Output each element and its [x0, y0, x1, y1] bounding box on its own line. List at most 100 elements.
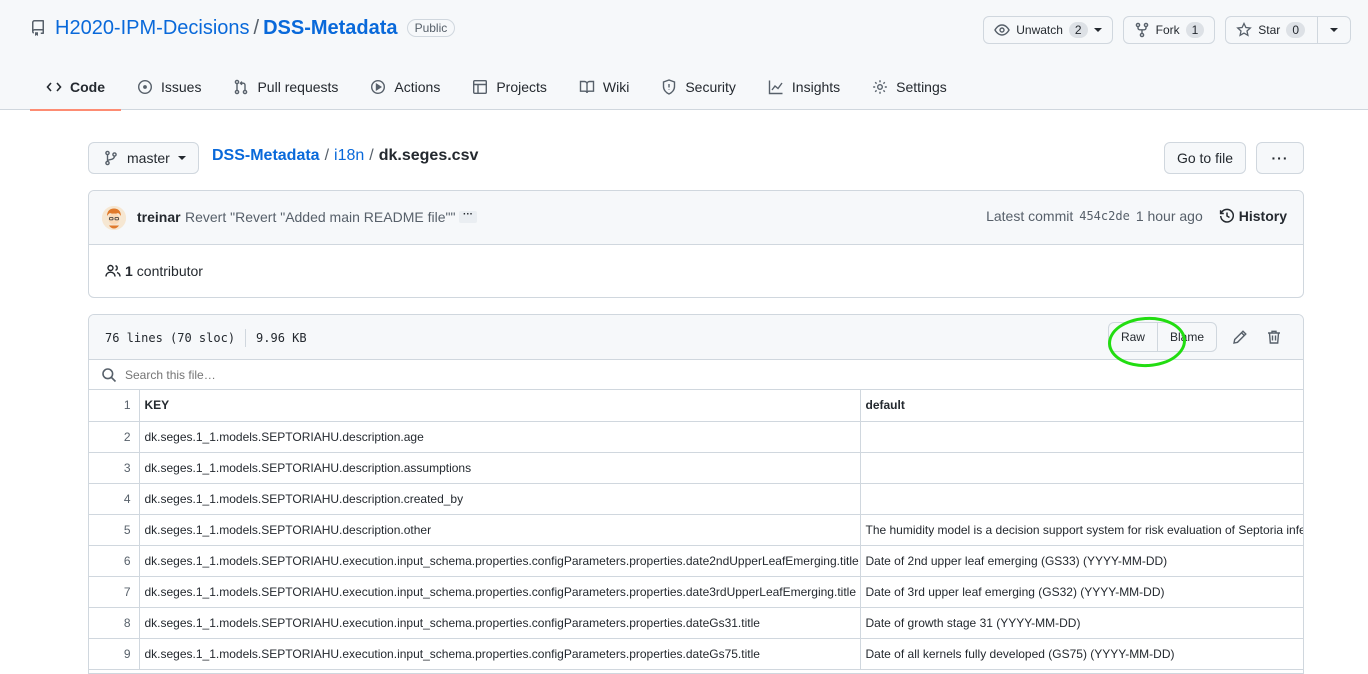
file-search-input[interactable] — [123, 366, 523, 383]
breadcrumb-root-link[interactable]: DSS-Metadata — [212, 147, 320, 165]
branch-name: master — [127, 150, 170, 166]
column-header-default: default — [859, 390, 1303, 422]
avatar-image — [102, 206, 126, 230]
unwatch-main[interactable]: Unwatch 2 — [984, 17, 1111, 43]
code-icon — [46, 82, 62, 92]
eye-icon — [994, 24, 1011, 36]
table-row: 9 dk.seges.1_1.models.SEPTORIAHU.executi… — [89, 637, 1303, 670]
breadcrumb-current-file: dk.seges.csv — [378, 147, 479, 164]
commit-sha-link[interactable]: 454c2de — [1079, 209, 1130, 223]
repo-owner-link[interactable]: H2020-IPM-Decisions — [55, 17, 250, 40]
line-number[interactable]: 3 — [89, 451, 140, 484]
commit-time: 1 hour ago — [1135, 208, 1203, 224]
repo-header: H2020-IPM-Decisions / DSS-Metadata Publi… — [0, 0, 1368, 111]
repo-name-link[interactable]: DSS-Metadata — [263, 17, 397, 40]
fork-icon — [1135, 22, 1148, 38]
tab-label: Security — [685, 79, 736, 95]
history-button[interactable]: History — [1219, 208, 1287, 224]
avatar[interactable] — [102, 206, 126, 230]
table-header-row: 1 KEY default — [89, 390, 1303, 422]
table-row: 4 dk.seges.1_1.models.SEPTORIAHU.descrip… — [89, 482, 1303, 515]
search-icon — [102, 367, 117, 382]
file-viewer: 76 lines (70 sloc) 9.96 KB Raw Blame 1 — [88, 314, 1304, 674]
tab-pull-requests[interactable]: Pull requests — [217, 64, 354, 110]
tab-wiki[interactable]: Wiki — [563, 64, 645, 110]
tab-settings[interactable]: Settings — [856, 64, 963, 110]
tab-label: Wiki — [602, 79, 630, 95]
tab-actions[interactable]: Actions — [354, 64, 456, 110]
edit-button[interactable] — [1223, 322, 1257, 352]
line-number[interactable]: 7 — [89, 575, 140, 608]
tab-label: Insights — [791, 79, 841, 95]
unwatch-label: Unwatch — [1016, 23, 1063, 37]
line-number[interactable]: 1 — [89, 390, 140, 422]
csv-table: 1 KEY default 2 dk.seges.1_1.models.SEPT… — [89, 390, 1303, 670]
star-count: 0 — [1286, 22, 1305, 38]
title-separator: / — [253, 16, 260, 39]
repo-tabs: Code Issues Pull requests Actions Projec… — [30, 64, 963, 111]
graph-icon — [768, 80, 783, 95]
more-options-button[interactable]: ··· — [1256, 142, 1304, 174]
unwatch-button[interactable]: Unwatch 2 — [983, 16, 1113, 44]
go-to-file-button[interactable]: Go to file — [1163, 142, 1246, 174]
table-row: 7 dk.seges.1_1.models.SEPTORIAHU.executi… — [89, 575, 1303, 608]
table-cell-key: dk.seges.1_1.models.SEPTORIAHU.execution… — [138, 606, 861, 639]
shield-icon — [663, 79, 676, 95]
line-number[interactable]: 8 — [89, 606, 140, 639]
commit-author-link[interactable]: treinar — [137, 209, 181, 225]
git-branch-icon — [105, 150, 117, 166]
commit-expand-button[interactable]: ··· — [459, 210, 477, 223]
table-cell-default: Date of all kernels fully developed (GS7… — [859, 637, 1303, 670]
file-header: 76 lines (70 sloc) 9.96 KB Raw Blame — [89, 315, 1303, 370]
line-number[interactable]: 2 — [89, 421, 140, 453]
breadcrumb: DSS-Metadata / i18n / dk.seges.csv — [212, 147, 478, 165]
tab-label: Settings — [896, 79, 947, 95]
fork-main[interactable]: Fork 1 — [1124, 17, 1215, 43]
book-icon — [579, 80, 595, 94]
commit-message-link[interactable]: Revert "Revert "Added main README file"" — [185, 209, 455, 225]
repo-icon — [31, 20, 44, 36]
breadcrumb-separator: / — [324, 147, 330, 164]
chevron-down-icon — [1093, 28, 1102, 32]
table-row: 2 dk.seges.1_1.models.SEPTORIAHU.descrip… — [89, 421, 1303, 453]
line-number[interactable]: 4 — [89, 482, 140, 515]
table-cell-key: dk.seges.1_1.models.SEPTORIAHU.descripti… — [138, 421, 861, 453]
commit-header: treinar Revert "Revert "Added main READM… — [89, 191, 1303, 245]
file-size: 9.96 KB — [256, 331, 307, 345]
latest-commit-box: treinar Revert "Revert "Added main READM… — [88, 190, 1304, 298]
branch-select-button[interactable]: master — [88, 142, 199, 174]
line-number[interactable]: 6 — [89, 544, 140, 577]
tab-security[interactable]: Security — [645, 64, 752, 110]
table-row: 3 dk.seges.1_1.models.SEPTORIAHU.descrip… — [89, 451, 1303, 484]
chevron-down-icon — [177, 156, 186, 160]
table-cell-key: dk.seges.1_1.models.SEPTORIAHU.descripti… — [138, 451, 861, 484]
table-cell-default: Date of 3rd upper leaf emerging (GS32) (… — [859, 575, 1303, 608]
table-cell-default — [859, 482, 1303, 515]
star-dropdown[interactable] — [1317, 17, 1350, 43]
contributors-row[interactable]: 1 contributor — [105, 263, 203, 279]
contributors-label: contributor — [136, 263, 203, 279]
people-icon — [105, 264, 121, 277]
tab-issues[interactable]: Issues — [121, 64, 217, 110]
unwatch-count: 2 — [1068, 22, 1088, 38]
repo-title: H2020-IPM-Decisions / DSS-Metadata Publi… — [30, 15, 456, 41]
tab-code[interactable]: Code — [30, 64, 121, 111]
history-icon — [1219, 208, 1234, 223]
table-cell-key: dk.seges.1_1.models.SEPTORIAHU.execution… — [138, 637, 861, 670]
delete-button[interactable] — [1257, 322, 1291, 352]
gear-icon — [873, 80, 887, 94]
tab-label: Actions — [394, 79, 441, 95]
trash-icon — [1268, 330, 1280, 344]
fork-button[interactable]: Fork 1 — [1122, 16, 1216, 44]
tab-insights[interactable]: Insights — [752, 64, 856, 110]
line-number[interactable]: 5 — [89, 513, 140, 546]
tab-projects[interactable]: Projects — [456, 64, 563, 110]
tab-label: Projects — [496, 79, 547, 95]
star-main[interactable]: Star 0 — [1226, 17, 1317, 43]
breadcrumb-folder-link[interactable]: i18n — [334, 147, 364, 165]
line-number[interactable]: 9 — [89, 637, 140, 670]
star-button[interactable]: Star 0 — [1225, 16, 1351, 44]
table-cell-key: dk.seges.1_1.models.SEPTORIAHU.descripti… — [138, 513, 861, 546]
table-cell-default: The humidity model is a decision support… — [859, 513, 1303, 546]
pencil-icon — [1233, 330, 1247, 344]
